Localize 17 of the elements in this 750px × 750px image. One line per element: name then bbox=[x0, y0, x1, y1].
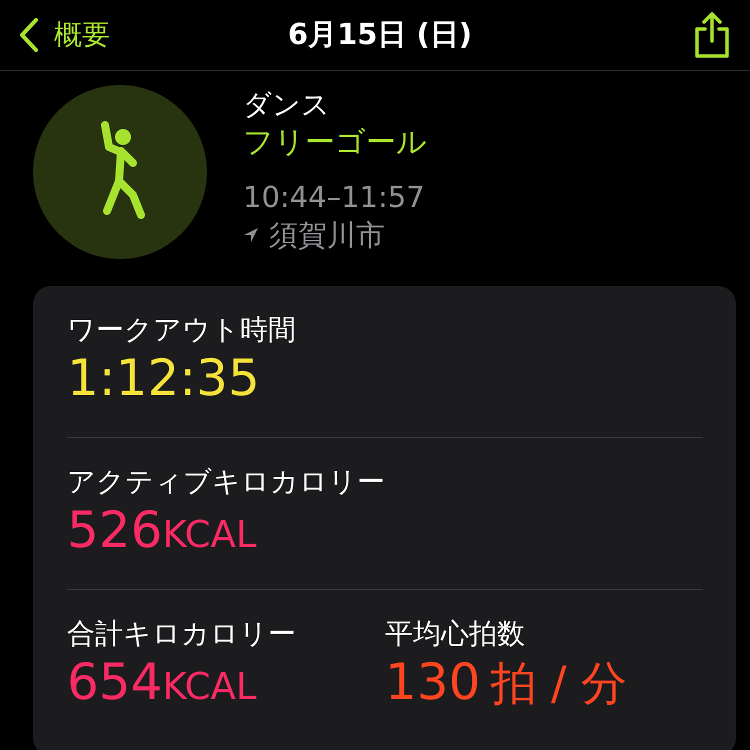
time-range: 10:44–11:57 bbox=[243, 179, 426, 216]
screen-title: 6月15日 (日) bbox=[288, 16, 472, 53]
workout-type: ダンス bbox=[243, 87, 331, 123]
stat-value: 1:12:35 bbox=[67, 348, 260, 408]
back-button[interactable]: 概要 bbox=[18, 16, 138, 54]
stat-label: 合計キロカロリー bbox=[67, 616, 297, 652]
stat-value: 654KCAL bbox=[67, 652, 256, 713]
stat-value: 526KCAL bbox=[67, 500, 256, 561]
location-arrow-icon bbox=[243, 227, 259, 243]
stat-label: ワークアウト時間 bbox=[67, 312, 297, 348]
workout-goal: フリーゴール bbox=[243, 124, 427, 162]
stat-label: 平均心拍数 bbox=[385, 616, 526, 652]
location: 須賀川市 bbox=[269, 217, 385, 253]
stat-label: アクティブキロカロリー bbox=[67, 464, 386, 500]
stat-value: 130 拍 / 分 bbox=[385, 652, 628, 713]
dancer-icon bbox=[33, 85, 207, 259]
chevron-left-icon bbox=[18, 17, 40, 53]
